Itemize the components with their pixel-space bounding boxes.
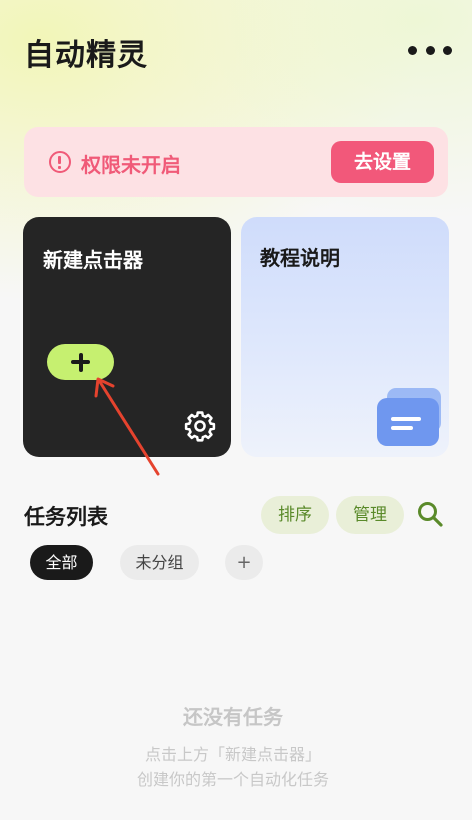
gear-icon[interactable] [183, 409, 217, 443]
add-clicker-button[interactable] [47, 344, 114, 380]
empty-state-hint: 点击上方「新建点击器」 [144, 745, 321, 764]
manage-button[interactable]: 管理 [336, 496, 404, 534]
search-icon[interactable] [416, 500, 444, 528]
permission-status-text: 权限未开启 [81, 153, 181, 177]
tutorial-title: 教程说明 [260, 246, 340, 270]
empty-state-hint: 创建你的第一个自动化任务 [136, 770, 329, 789]
task-list-title: 任务列表 [24, 505, 108, 529]
go-settings-button[interactable]: 去设置 [331, 141, 434, 183]
alert-circle-icon [49, 151, 71, 173]
filter-chip-ungrouped[interactable]: 未分组 [120, 545, 199, 580]
more-dot [443, 45, 452, 55]
more-dot [408, 45, 417, 55]
app-title: 自动精灵 [24, 38, 148, 73]
empty-state-title: 还没有任务 [183, 705, 283, 729]
more-options-icon[interactable] [408, 36, 452, 64]
new-clicker-card[interactable]: 新建点击器 [23, 217, 231, 457]
filter-chip-all[interactable]: 全部 [30, 545, 93, 580]
add-group-chip[interactable]: + [225, 545, 263, 580]
sort-button[interactable]: 排序 [261, 496, 329, 534]
tutorial-card[interactable]: 教程说明 [241, 217, 449, 457]
more-dot [425, 45, 435, 55]
permission-banner: 权限未开启 去设置 [24, 127, 448, 197]
new-clicker-title: 新建点击器 [43, 248, 143, 272]
document-icon [377, 388, 441, 446]
